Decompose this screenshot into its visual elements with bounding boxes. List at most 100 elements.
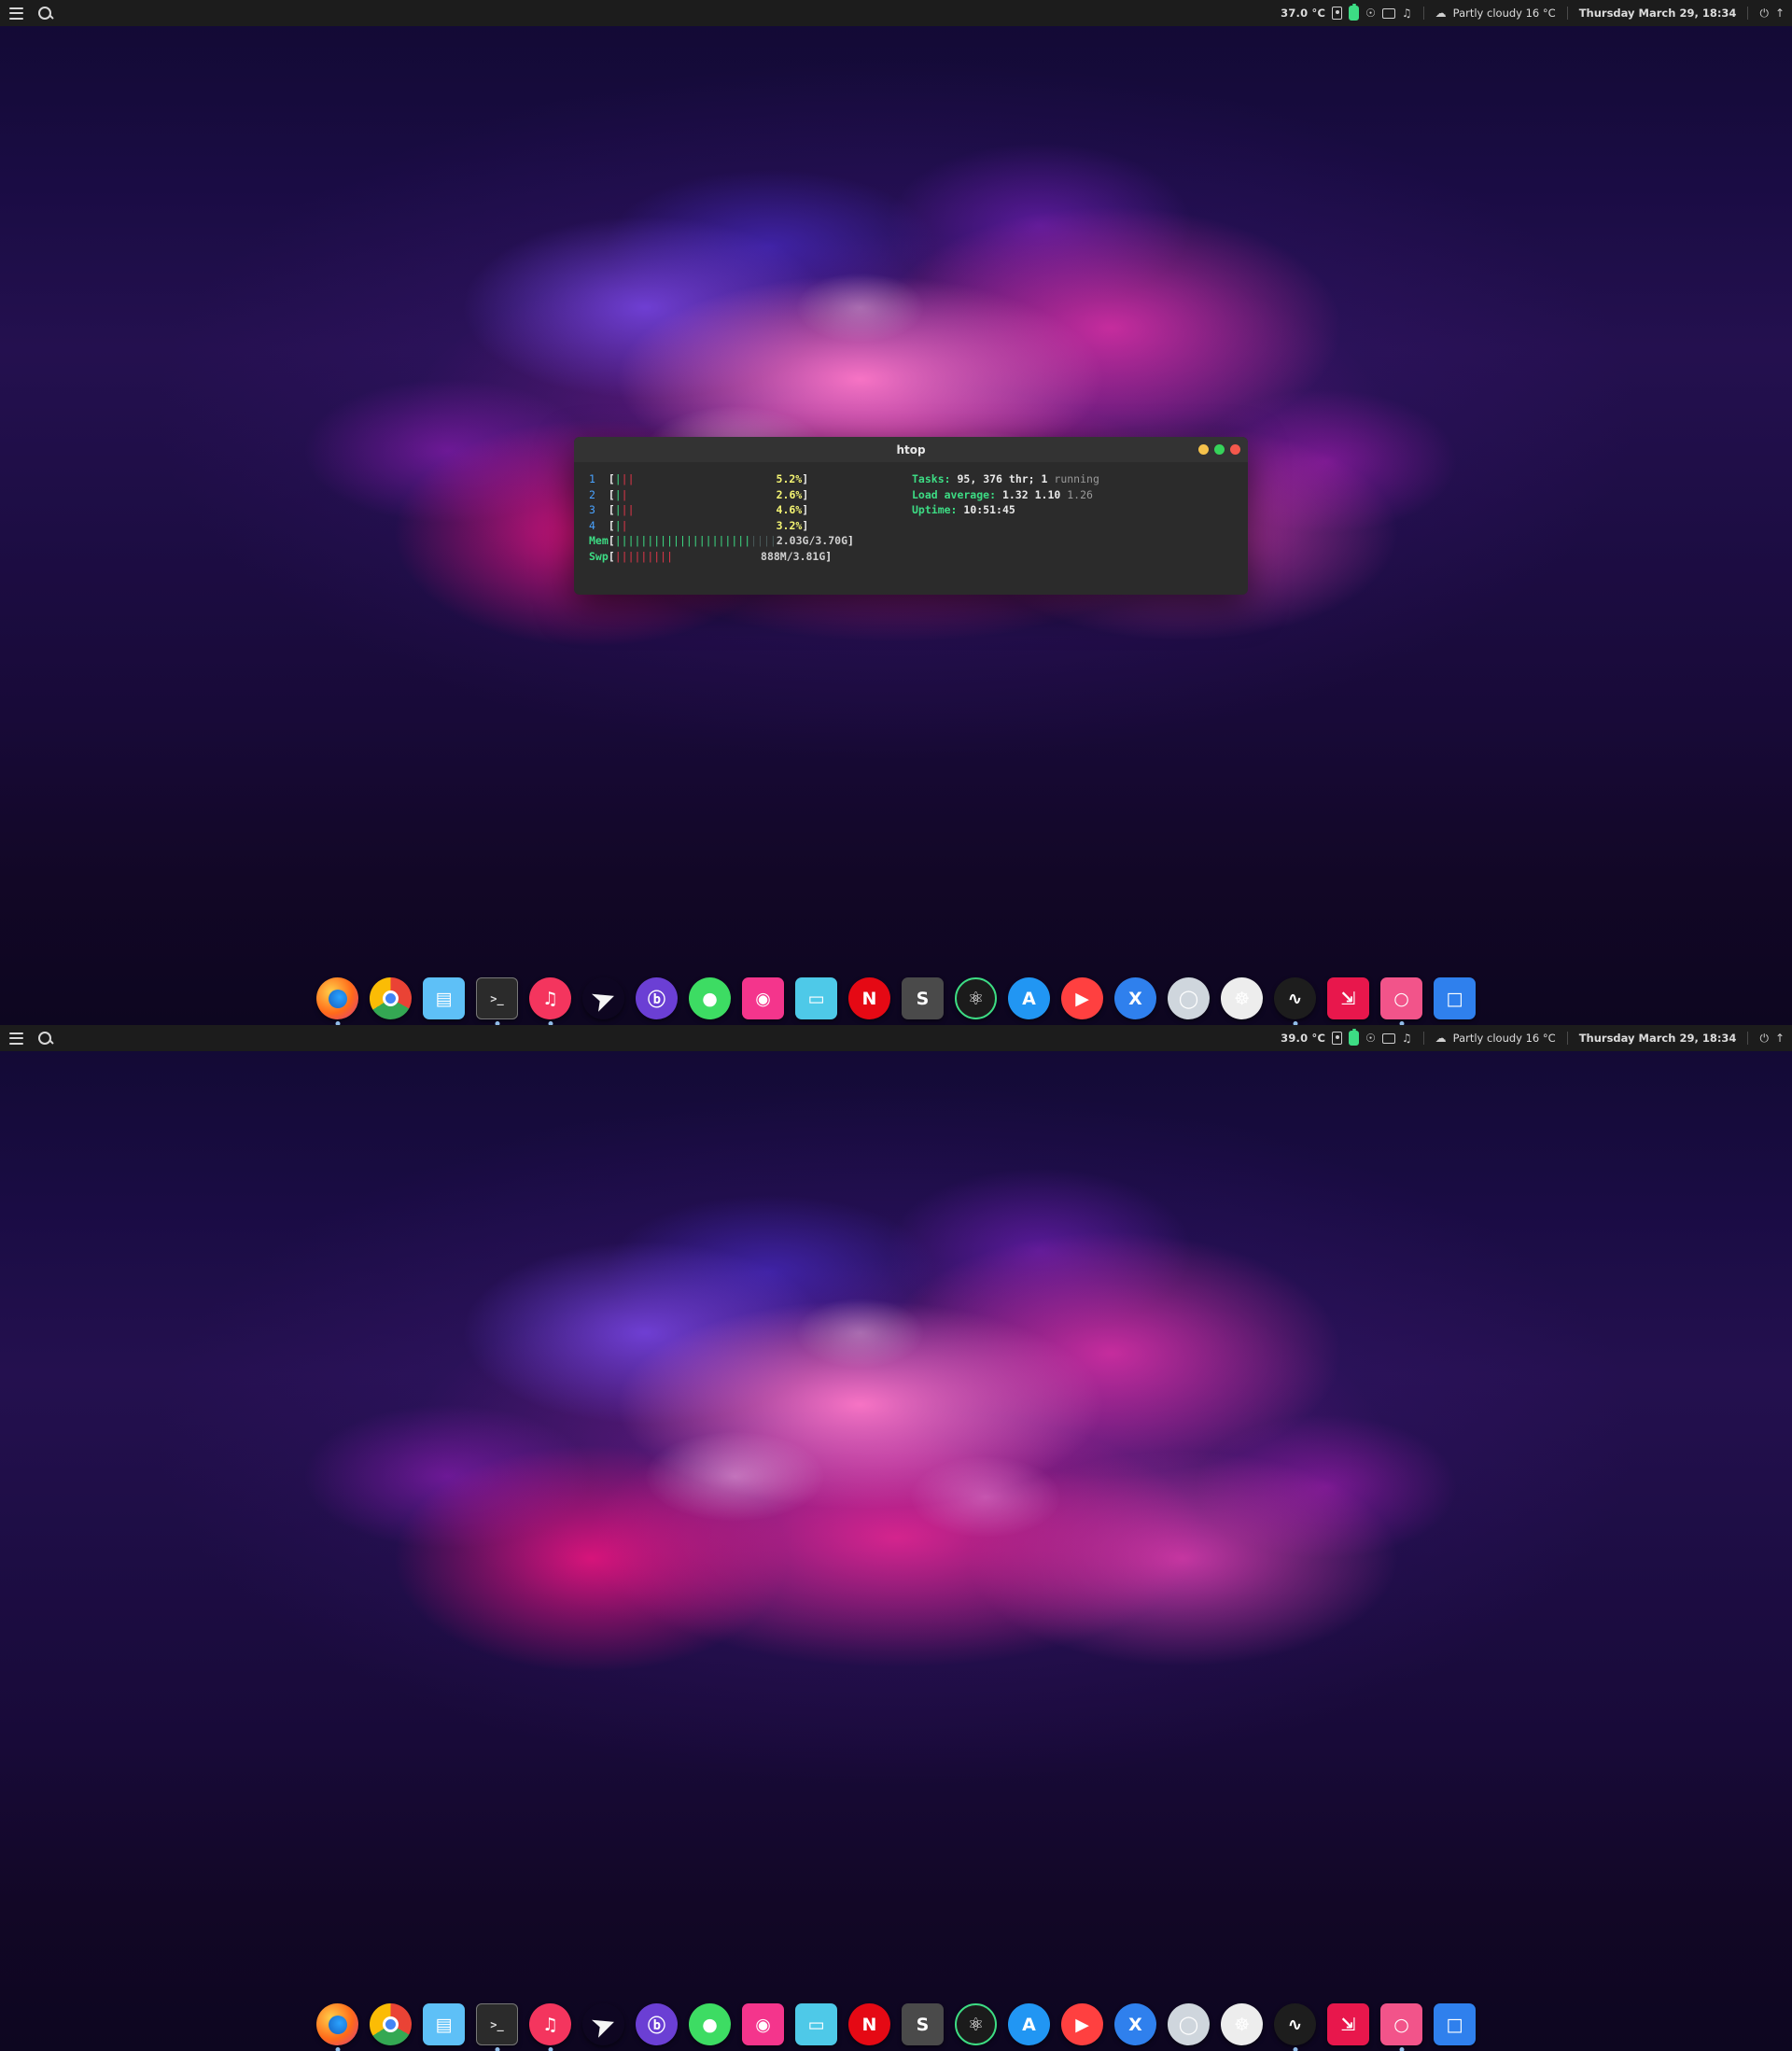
datetime-label-2[interactable]: Thursday March 29, 18:34 [1579, 1032, 1737, 1045]
steering-wheel-icon: ☸ [1233, 988, 1251, 1009]
maximize-button[interactable] [1214, 444, 1225, 455]
dock-2[interactable]: ▤ >_ ♫ ➤ ⓑ ● ◉ ▭ N S ⚛ A ▶ X ◯ ☸ ∿ ⇲ ○ □ [0, 1988, 1792, 2051]
youtube-icon: ▶ [1075, 988, 1089, 1009]
dock-item-audacity[interactable]: ∿ [1274, 977, 1316, 1025]
dock-item-music[interactable]: ♫ [529, 2003, 571, 2051]
dock-item-netflix[interactable]: N [848, 2003, 890, 2045]
screenshot-frame-1: 37.0 °C ☉ ♫ ☁ Partly cloudy 16 °C Thursd… [0, 0, 1792, 1025]
dock-item-simplenote[interactable]: ◯ [1168, 977, 1210, 1019]
cloud-icon: ☁ [1435, 1032, 1447, 1045]
dock-item-music[interactable]: ♫ [529, 977, 571, 1025]
hamburger-menu-icon[interactable] [9, 1032, 23, 1045]
dock-item-messages[interactable]: ● [689, 2003, 731, 2045]
chrome-icon [383, 990, 399, 1006]
music-note-icon[interactable]: ♫ [1402, 7, 1412, 19]
dock-item-bittorrent[interactable]: ⓑ [636, 2003, 678, 2045]
dock-item-chrome[interactable] [370, 2003, 412, 2045]
dock-item-firefox[interactable] [316, 2003, 358, 2051]
simplenote-icon: ◯ [1178, 2014, 1199, 2035]
dock-item-crop[interactable]: ⇲ [1327, 2003, 1369, 2045]
arrow-up-icon[interactable]: ↑ [1775, 1033, 1785, 1044]
dock-item-chrome[interactable] [370, 977, 412, 1019]
close-button[interactable] [1230, 444, 1240, 455]
dock-item-bittorrent[interactable]: ⓑ [636, 977, 678, 1019]
music-note-icon[interactable]: ♫ [1402, 1033, 1412, 1044]
photo-icon: ○ [1393, 988, 1409, 1009]
running-indicator [335, 2047, 340, 2051]
dock-item-netflix[interactable]: N [848, 977, 890, 1019]
dock-item-screens[interactable]: □ [1434, 977, 1476, 1019]
dock-item-wheel[interactable]: ☸ [1221, 2003, 1263, 2045]
dock-item-atom[interactable]: ⚛ [955, 977, 997, 1019]
htop-tasks-line: Tasks: 95, 376 thr; 1 running [912, 472, 1099, 485]
clapperboard-icon: ▭ [807, 2014, 825, 2035]
dock-item-files[interactable]: ▤ [423, 977, 465, 1019]
netflix-icon: N [861, 988, 877, 1009]
minimize-button[interactable] [1198, 444, 1209, 455]
monitor-icon: □ [1446, 988, 1463, 1009]
dock-item-simplenote[interactable]: ◯ [1168, 2003, 1210, 2045]
appstore-icon: A [1022, 988, 1036, 1009]
dock-item-youtube[interactable]: ▶ [1061, 2003, 1103, 2045]
dock-item-sublime[interactable]: S [902, 2003, 944, 2045]
brightness-icon[interactable]: ☉ [1365, 7, 1376, 19]
battery-icon[interactable] [1349, 4, 1360, 21]
dock-item-atom[interactable]: ⚛ [955, 2003, 997, 2045]
dock-item-audacity[interactable]: ∿ [1274, 2003, 1316, 2051]
search-icon[interactable] [38, 1032, 51, 1045]
top-panel-1: 37.0 °C ☉ ♫ ☁ Partly cloudy 16 °C Thursd… [0, 0, 1792, 26]
power-icon[interactable]: ⏻ [1759, 7, 1769, 19]
netflix-icon: N [861, 2014, 877, 2035]
weather-label-1[interactable]: Partly cloudy 16 °C [1453, 7, 1556, 20]
dock-item-firefox[interactable] [316, 977, 358, 1025]
htop-mem-row: Mem[|||||||||||||||||||||||||2.03G/3.70G… [589, 534, 854, 548]
window-controls[interactable] [1198, 437, 1240, 462]
dock-item-sublime[interactable]: S [902, 977, 944, 1019]
htop-window[interactable]: htop 1 [||| 5.2%] 2 [|| 2.6%] 3 [||| 4.6%] … [574, 437, 1248, 595]
dock-item-appstore[interactable]: A [1008, 2003, 1050, 2045]
display-icon[interactable] [1381, 7, 1395, 19]
dock-item-terminal[interactable]: >_ [476, 2003, 518, 2051]
music-note-icon: ♫ [541, 2014, 559, 2035]
dock-1[interactable]: ▤ >_ ♫ ➤ ⓑ ● ◉ ▭ N S ⚛ A ▶ X ◯ ☸ ∿ ⇲ ○ □ [0, 962, 1792, 1025]
display-icon[interactable] [1381, 1033, 1395, 1044]
dock-item-mail[interactable]: ➤ [582, 977, 624, 1019]
arrow-up-icon[interactable]: ↑ [1775, 7, 1785, 19]
datetime-label-1[interactable]: Thursday March 29, 18:34 [1579, 7, 1737, 20]
dock-item-screens[interactable]: □ [1434, 2003, 1476, 2045]
hamburger-menu-icon[interactable] [9, 7, 23, 20]
dock-item-youtube[interactable]: ▶ [1061, 977, 1103, 1019]
dock-item-xdm[interactable]: X [1114, 977, 1156, 1019]
dock-item-shotwell[interactable]: ○ [1380, 2003, 1422, 2051]
dock-item-terminal[interactable]: >_ [476, 977, 518, 1025]
search-icon[interactable] [38, 7, 51, 20]
dock-item-files[interactable]: ▤ [423, 2003, 465, 2045]
sd-card-icon[interactable] [1332, 7, 1343, 20]
dock-item-wheel[interactable]: ☸ [1221, 977, 1263, 1019]
camera-icon: ◉ [755, 988, 771, 1009]
sublime-icon: S [916, 988, 930, 1009]
dock-item-shotwell[interactable]: ○ [1380, 977, 1422, 1025]
desktop-wallpaper-2 [0, 1025, 1792, 2051]
dock-item-camera[interactable]: ◉ [742, 977, 784, 1019]
dock-item-messages[interactable]: ● [689, 977, 731, 1019]
dock-item-camera[interactable]: ◉ [742, 2003, 784, 2045]
htop-swp-row: Swp[||||||||| 888M/3.81G] [589, 549, 833, 563]
dock-item-mail[interactable]: ➤ [582, 2003, 624, 2045]
htop-load-line: Load average: 1.32 1.10 1.26 [912, 487, 1093, 501]
power-icon[interactable]: ⏻ [1759, 1033, 1769, 1044]
battery-icon[interactable] [1349, 1029, 1360, 1046]
dock-item-xdm[interactable]: X [1114, 2003, 1156, 2045]
weather-label-2[interactable]: Partly cloudy 16 °C [1453, 1032, 1556, 1045]
brightness-icon[interactable]: ☉ [1365, 1033, 1376, 1044]
dock-item-video[interactable]: ▭ [795, 2003, 837, 2045]
dock-item-video[interactable]: ▭ [795, 977, 837, 1019]
dock-item-appstore[interactable]: A [1008, 977, 1050, 1019]
dock-item-crop[interactable]: ⇲ [1327, 977, 1369, 1019]
sd-card-icon[interactable] [1332, 1032, 1343, 1045]
paper-plane-icon: ➤ [585, 977, 622, 1019]
chrome-icon [383, 2016, 399, 2032]
htop-cpu-row: 4 [|| 3.2%] [589, 518, 809, 532]
htop-titlebar[interactable]: htop [574, 437, 1248, 462]
running-indicator [1293, 2047, 1297, 2051]
